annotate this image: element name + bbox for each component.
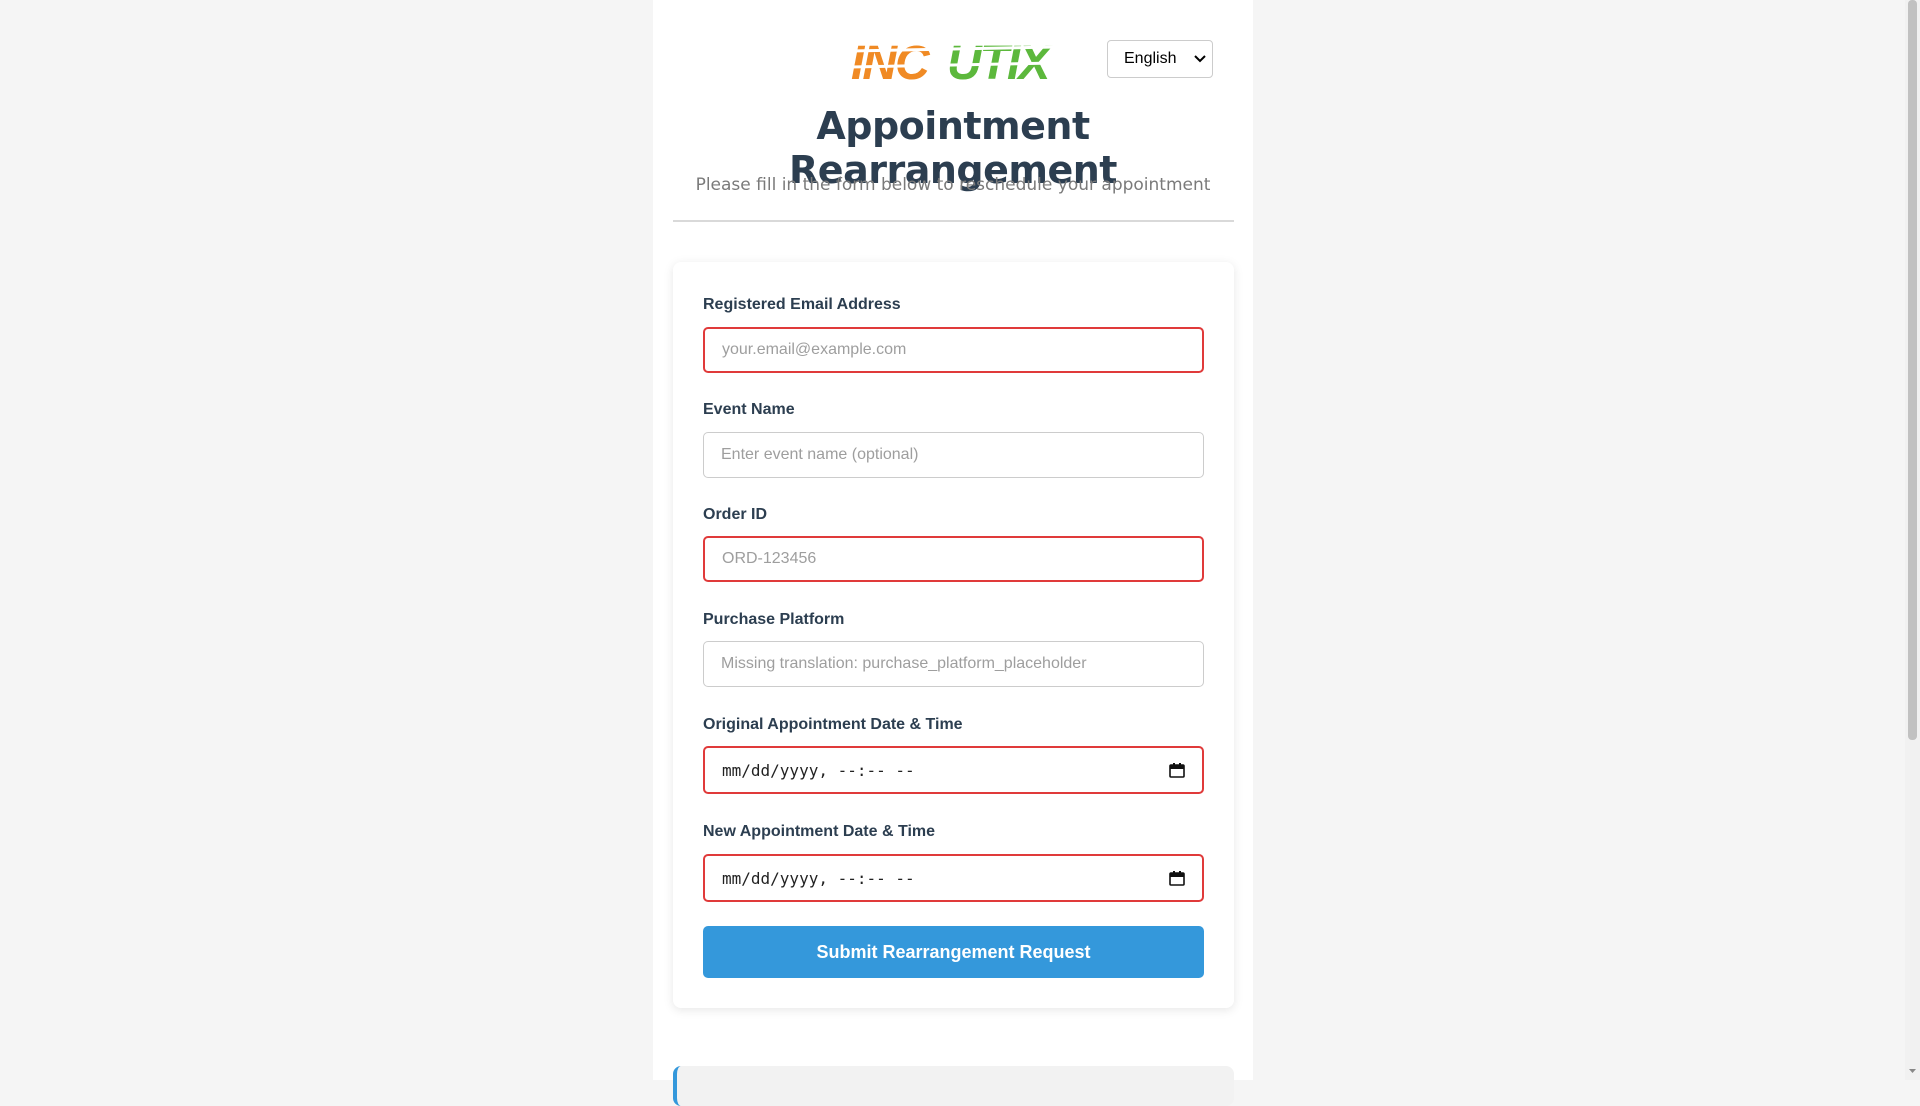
svg-text:INC: INC xyxy=(851,37,931,83)
event-name-placeholder: Enter event name (optional) xyxy=(721,446,919,463)
vertical-scrollbar[interactable] xyxy=(1905,0,1920,1080)
language-select[interactable]: English xyxy=(1107,40,1213,78)
email-label: Registered Email Address xyxy=(703,296,901,313)
chevron-down-icon xyxy=(1194,52,1206,66)
calendar-icon[interactable] xyxy=(1169,762,1185,778)
event-name-field[interactable]: Enter event name (optional) xyxy=(703,432,1204,478)
incutix-logo: INC UTIX xyxy=(851,37,1055,83)
scroll-down-arrow-icon[interactable] xyxy=(1908,1066,1917,1076)
original-datetime-field[interactable]: mm/dd/yyyy, --:-- -- xyxy=(703,746,1204,794)
svg-text:UTIX: UTIX xyxy=(947,37,1053,83)
rearrangement-form: Registered Email Address your.email@exam… xyxy=(673,262,1234,1008)
original-datetime-label: Original Appointment Date & Time xyxy=(703,716,963,733)
new-datetime-value: mm/dd/yyyy, --:-- -- xyxy=(722,868,915,888)
language-select-value: English xyxy=(1124,50,1177,67)
scrollbar-thumb[interactable] xyxy=(1908,0,1917,740)
page-subtitle: Please fill in the form below to resched… xyxy=(695,175,1211,195)
original-datetime-value: mm/dd/yyyy, --:-- -- xyxy=(722,760,915,780)
order-id-placeholder: ORD-123456 xyxy=(722,550,817,567)
calendar-icon[interactable] xyxy=(1169,870,1185,886)
email-placeholder: your.email@example.com xyxy=(722,341,907,358)
submit-button[interactable]: Submit Rearrangement Request xyxy=(703,926,1204,978)
header: INC UTIX English xyxy=(653,0,1253,120)
purchase-platform-placeholder: Missing translation: purchase_platform_p… xyxy=(721,655,1087,672)
order-id-label: Order ID xyxy=(703,506,768,523)
page-container: INC UTIX English Appointment Rearrangeme… xyxy=(653,0,1253,1106)
new-datetime-field[interactable]: mm/dd/yyyy, --:-- -- xyxy=(703,854,1204,902)
info-card xyxy=(673,1066,1234,1106)
new-datetime-label: New Appointment Date & Time xyxy=(703,823,936,840)
purchase-platform-label: Purchase Platform xyxy=(703,611,845,628)
purchase-platform-field[interactable]: Missing translation: purchase_platform_p… xyxy=(703,641,1204,687)
event-name-label: Event Name xyxy=(703,401,795,418)
divider xyxy=(673,220,1234,222)
email-field[interactable]: your.email@example.com xyxy=(703,327,1204,373)
order-id-field[interactable]: ORD-123456 xyxy=(703,536,1204,582)
